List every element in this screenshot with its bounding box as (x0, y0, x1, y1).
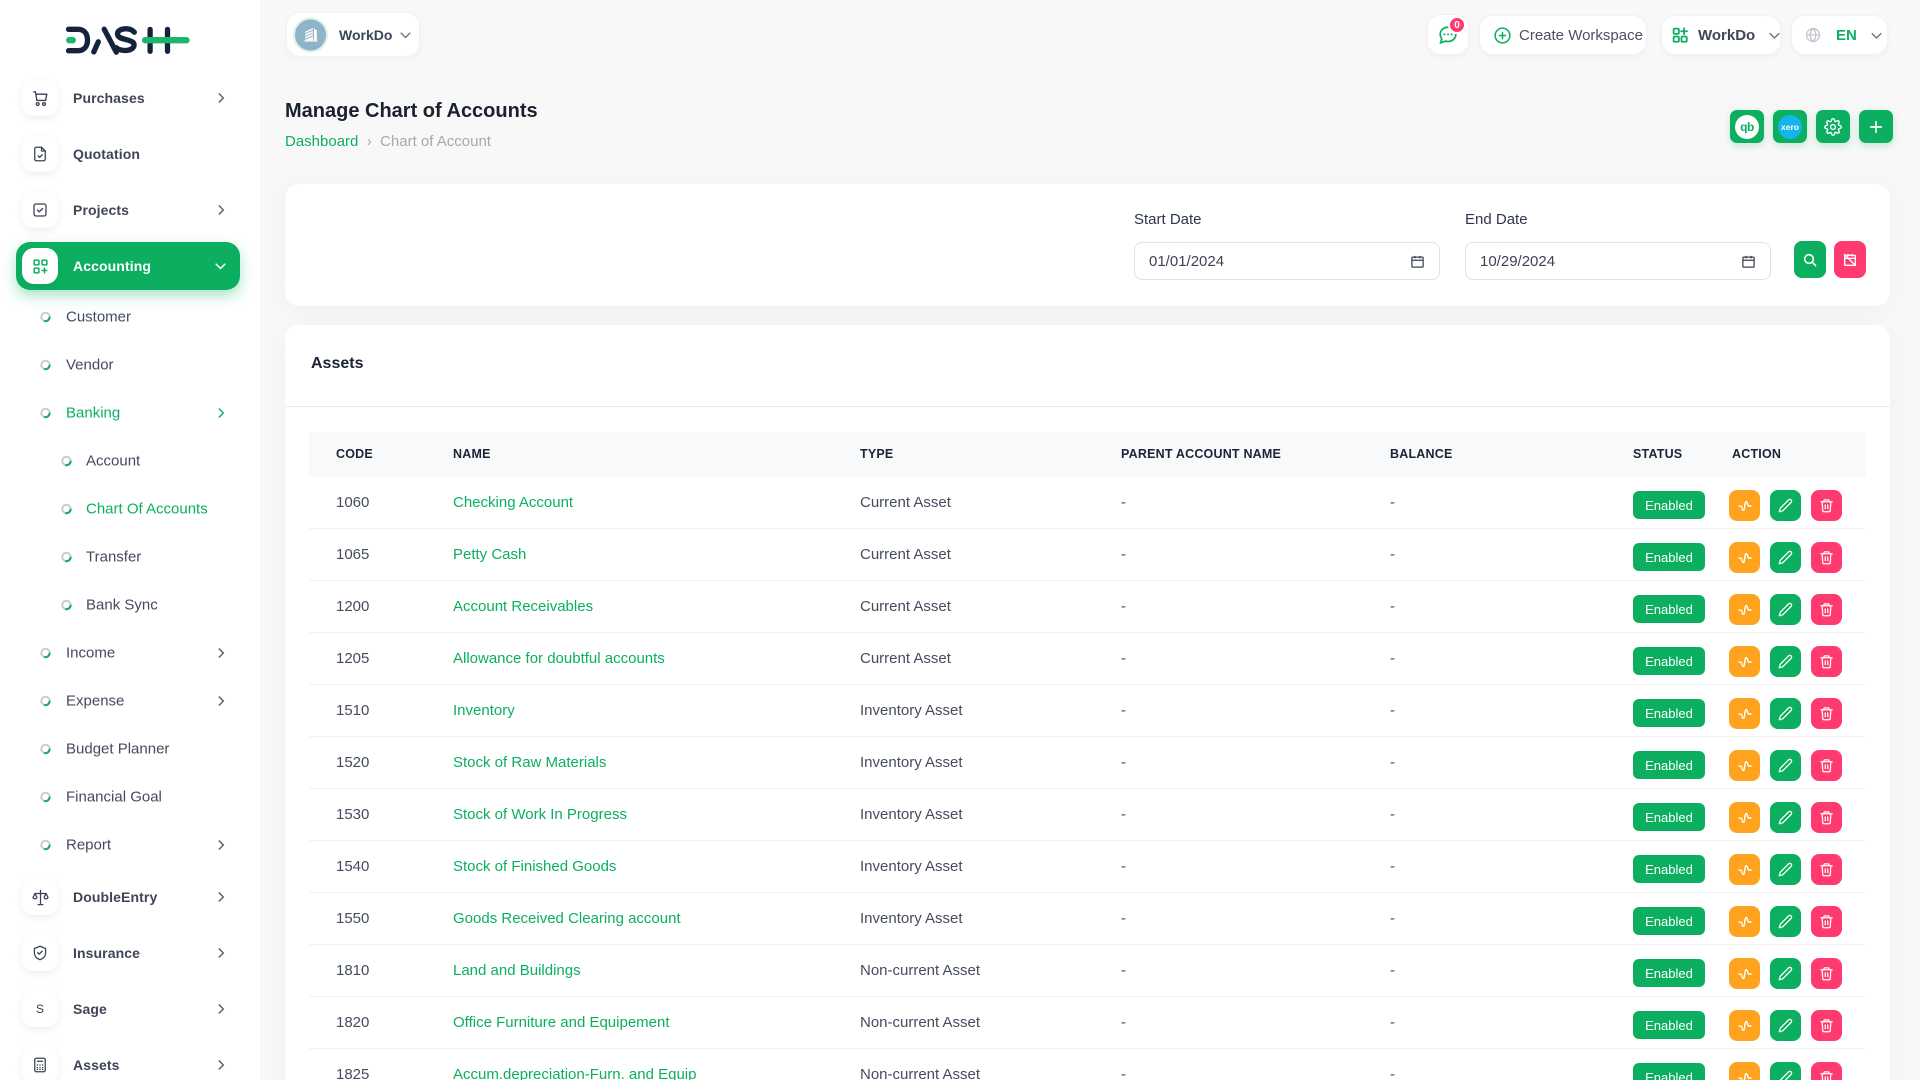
svg-text:S: S (36, 1002, 44, 1016)
